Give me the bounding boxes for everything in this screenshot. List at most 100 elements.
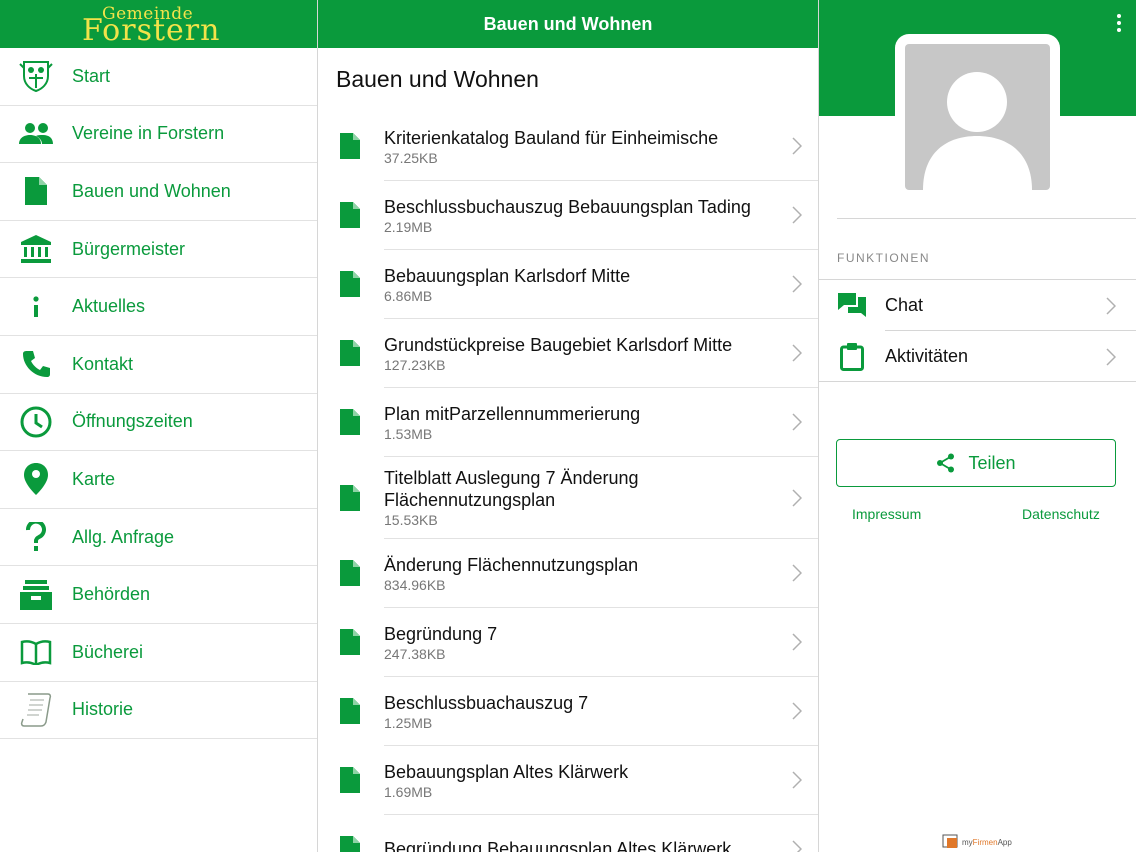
chevron-right-icon bbox=[792, 633, 802, 651]
sidebar-menu: Start Vereine in Forstern Bauen und Wohn… bbox=[0, 48, 317, 740]
sidebar-header: Gemeinde Forstern bbox=[0, 0, 317, 48]
main-content: Bauen und Wohnen Bauen und Wohnen Kriter… bbox=[318, 0, 819, 852]
avatar-placeholder-icon bbox=[905, 44, 1050, 190]
chevron-right-icon bbox=[792, 840, 802, 852]
document-size: 2.19MB bbox=[384, 218, 433, 235]
sidebar-item-karte[interactable]: Karte bbox=[0, 451, 317, 509]
chevron-right-icon bbox=[792, 137, 802, 155]
document-title: Begründung 7 bbox=[384, 623, 498, 644]
sidebar-item-oeffnungszeiten[interactable]: Öffnungszeiten bbox=[0, 394, 317, 452]
list-item[interactable]: Beschlussbuchauszug Bebauungsplan Tading… bbox=[340, 181, 818, 250]
more-options-icon[interactable] bbox=[1116, 14, 1122, 34]
chevron-right-icon bbox=[1106, 347, 1116, 366]
document-icon bbox=[340, 202, 360, 228]
chevron-right-icon bbox=[1106, 296, 1116, 315]
function-item-chat[interactable]: Chat bbox=[819, 280, 1136, 331]
question-icon bbox=[0, 522, 72, 552]
document-title: Titelblatt Auslegung 7 Änderung Flächenn… bbox=[384, 468, 639, 510]
list-item[interactable]: Beschlussbuachauszug 7 1.25MB bbox=[340, 677, 818, 746]
list-item[interactable]: Begründung Bebauungsplan Altes Klärwerk bbox=[340, 815, 818, 852]
list-item[interactable]: Kriterienkatalog Bauland für Einheimisch… bbox=[340, 112, 818, 181]
list-item[interactable]: Bebauungsplan Karlsdorf Mitte 6.86MB bbox=[340, 250, 818, 319]
document-title: Bebauungsplan Karlsdorf Mitte bbox=[384, 265, 631, 286]
document-size: 15.53KB bbox=[384, 512, 438, 528]
share-button[interactable]: Teilen bbox=[836, 439, 1116, 487]
document-size: 6.86MB bbox=[384, 287, 433, 304]
function-item-aktivitaeten[interactable]: Aktivitäten bbox=[819, 331, 1136, 382]
chevron-right-icon bbox=[792, 413, 802, 431]
book-icon bbox=[0, 639, 72, 666]
document-size: 1.69MB bbox=[384, 783, 433, 800]
document-title: Beschlussbuchauszug Bebauungsplan Tading bbox=[384, 196, 751, 217]
document-icon bbox=[340, 629, 360, 655]
chevron-right-icon bbox=[792, 771, 802, 789]
impressum-link[interactable]: Impressum bbox=[852, 506, 921, 522]
document-size: 1.25MB bbox=[384, 714, 433, 731]
sidebar-item-buergermeister[interactable]: Bürgermeister bbox=[0, 221, 317, 279]
avatar[interactable] bbox=[895, 34, 1060, 200]
datenschutz-link[interactable]: Datenschutz bbox=[1022, 506, 1100, 522]
gemeinde-logo: Gemeinde Forstern bbox=[82, 4, 221, 48]
chevron-right-icon bbox=[792, 488, 802, 507]
chat-icon bbox=[819, 292, 885, 319]
sidebar-item-behoerden[interactable]: Behörden bbox=[0, 566, 317, 624]
document-title: Änderung Flächennutzungsplan bbox=[384, 554, 639, 575]
list-item[interactable]: Änderung Flächennutzungsplan 834.96KB bbox=[340, 539, 818, 608]
document-size: 834.96KB bbox=[384, 576, 446, 593]
phone-icon bbox=[0, 349, 72, 379]
chevron-right-icon bbox=[792, 564, 802, 582]
main-header-title: Bauen und Wohnen bbox=[483, 13, 653, 34]
clipboard-icon bbox=[819, 342, 885, 371]
document-icon bbox=[340, 484, 360, 511]
document-icon bbox=[340, 133, 360, 159]
list-item[interactable]: Titelblatt Auslegung 7 Änderung Flächenn… bbox=[340, 457, 818, 539]
document-icon bbox=[340, 340, 360, 366]
sidebar-item-aktuelles[interactable]: Aktuelles bbox=[0, 278, 317, 336]
document-title: Bebauungsplan Altes Klärwerk bbox=[384, 761, 629, 782]
share-icon bbox=[937, 453, 955, 473]
profile-panel: FUNKTIONEN Chat Aktivitäten Teilen Impre… bbox=[819, 0, 1136, 852]
list-item[interactable]: Bebauungsplan Altes Klärwerk 1.69MB bbox=[340, 746, 818, 815]
myfirmenapp-logo: myFirmenApp bbox=[942, 834, 1012, 850]
list-item[interactable]: Plan mitParzellennummerierung 1.53MB bbox=[340, 388, 818, 457]
list-item[interactable]: Grundstückpreise Baugebiet Karlsdorf Mit… bbox=[340, 319, 818, 388]
document-icon bbox=[340, 409, 360, 435]
chevron-right-icon bbox=[792, 206, 802, 224]
page-title: Bauen und Wohnen bbox=[336, 66, 539, 92]
scroll-icon bbox=[0, 692, 72, 728]
inbox-icon bbox=[0, 579, 72, 610]
clock-icon bbox=[0, 406, 72, 438]
sidebar-item-kontakt[interactable]: Kontakt bbox=[0, 336, 317, 394]
sidebar-item-allg-anfrage[interactable]: Allg. Anfrage bbox=[0, 509, 317, 567]
document-size: 247.38KB bbox=[384, 645, 446, 662]
bank-icon bbox=[0, 235, 72, 264]
divider bbox=[837, 218, 1136, 219]
document-list: Kriterienkatalog Bauland für Einheimisch… bbox=[318, 112, 818, 852]
sidebar-item-buecherei[interactable]: Bücherei bbox=[0, 624, 317, 682]
document-title: Beschlussbuachauszug 7 bbox=[384, 692, 589, 713]
chevron-right-icon bbox=[792, 702, 802, 720]
divider bbox=[819, 381, 1136, 382]
document-title: Grundstückpreise Baugebiet Karlsdorf Mit… bbox=[384, 334, 733, 355]
document-size: 1.53MB bbox=[384, 425, 433, 442]
functions-heading: FUNKTIONEN bbox=[837, 251, 930, 265]
people-icon bbox=[0, 122, 72, 146]
crest-icon bbox=[0, 58, 72, 94]
map-pin-icon bbox=[0, 463, 72, 496]
document-title: Plan mitParzellennummerierung bbox=[384, 403, 641, 424]
sidebar-item-historie[interactable]: Historie bbox=[0, 682, 317, 740]
list-item[interactable]: Begründung 7 247.38KB bbox=[340, 608, 818, 677]
document-size: 127.23KB bbox=[384, 356, 446, 373]
chevron-right-icon bbox=[792, 344, 802, 362]
document-title: Kriterienkatalog Bauland für Einheimisch… bbox=[384, 127, 719, 148]
document-icon bbox=[0, 177, 72, 206]
document-icon bbox=[340, 560, 360, 586]
chevron-right-icon bbox=[792, 275, 802, 293]
sidebar-item-vereine[interactable]: Vereine in Forstern bbox=[0, 106, 317, 164]
main-header: Bauen und Wohnen bbox=[318, 0, 818, 48]
sidebar-item-start[interactable]: Start bbox=[0, 48, 317, 106]
sidebar-item-bauen-und-wohnen[interactable]: Bauen und Wohnen bbox=[0, 163, 317, 221]
document-title: Begründung Bebauungsplan Altes Klärwerk bbox=[384, 838, 732, 852]
document-icon bbox=[340, 836, 360, 852]
sidebar: Gemeinde Forstern Start Vereine in Forst… bbox=[0, 0, 318, 852]
